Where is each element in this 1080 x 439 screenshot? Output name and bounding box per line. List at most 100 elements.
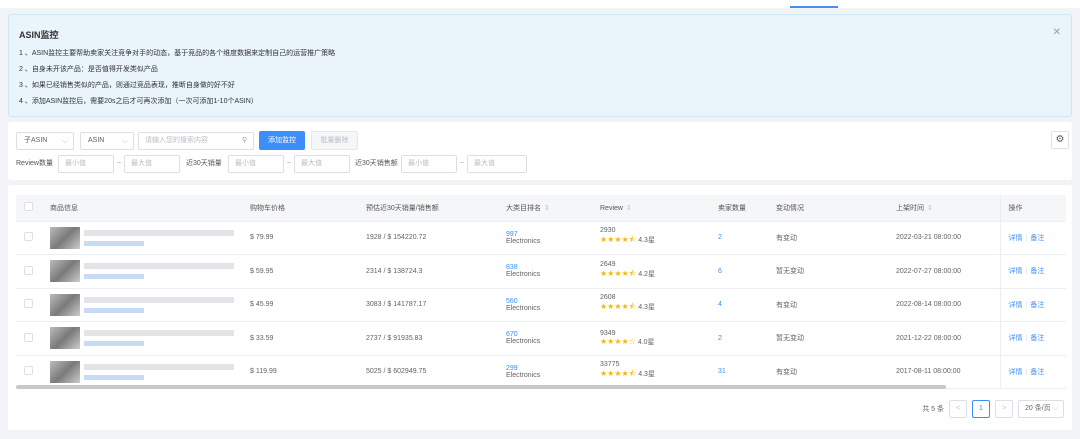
header-review[interactable]: Review ⇕ [592,195,710,222]
gear-icon[interactable]: ⚙ [1051,131,1069,149]
sales-cell: 5025 / $ 602949.75 [358,355,498,389]
asin-monitor-notice: ASIN监控 1 、ASIN监控主要帮助卖家关注竞争对手的动态，基于竞品的各个维… [8,14,1072,117]
header-rank-label: 大类目排名 [506,204,541,212]
sales30-max-input[interactable]: 最大值 [294,155,350,173]
sales30-min-input[interactable]: 最小值 [228,155,284,173]
product-image[interactable] [50,293,80,316]
rank-cell: 560 Electronics [498,288,592,322]
rank-cell: 997 Electronics [498,221,592,255]
prev-page-button[interactable]: < [949,400,967,418]
header-review-label: Review [600,204,623,212]
field-select[interactable]: ASIN ⌵ [80,132,134,150]
review-min-input[interactable]: 最小值 [58,155,114,173]
range-separator: ~ [287,160,292,167]
actions-cell: 详情 | 备注 [999,254,1066,289]
header-date[interactable]: 上架时间 ⇕ [888,195,1000,222]
row-checkbox[interactable] [24,332,33,342]
review-count: 9349 [600,329,616,337]
review-count: 2608 [600,294,616,302]
detail-link[interactable]: 详情 [1009,335,1023,342]
review-cell: 2608 ★★★★⯪ 4.3星 [592,288,710,322]
table-row[interactable]: $ 33.59 2737 / $ 91935.83 670 Electronics 93… [16,321,1066,356]
horizontal-scrollbar[interactable] [16,385,946,389]
product-image[interactable] [50,260,80,283]
product-cell[interactable] [42,321,242,356]
page-size-value: 20 条/页 [1025,405,1051,412]
rank-link[interactable]: 299 [506,365,592,372]
search-icon[interactable]: ⚲ [242,133,247,149]
product-image[interactable] [50,226,80,249]
row-checkbox[interactable] [24,265,33,275]
table-row[interactable]: $ 119.99 5025 / $ 602949.75 299 Electronics… [16,355,1066,389]
rank-link[interactable]: 838 [506,264,592,271]
actions-cell: 详情 | 备注 [999,221,1066,255]
min-placeholder: 最小值 [408,160,429,167]
action-separator: | [1025,234,1028,242]
sellers-link[interactable]: 31 [710,355,768,389]
row-checkbox[interactable] [24,232,33,242]
listing-date: 2022-08-14 08:00:00 [888,288,1000,322]
sort-icon[interactable]: ⇕ [927,205,933,212]
review-cell: 2930 ★★★★⯪ 4.3星 [592,221,710,255]
next-page-button[interactable]: > [995,400,1013,418]
add-monitor-button[interactable]: 添加监控 [259,131,305,150]
type-select-value: 子ASIN [24,137,48,144]
product-image[interactable] [50,360,80,383]
product-cell[interactable] [42,254,242,289]
header-rank[interactable]: 大类目排名 ⇕ [498,195,592,222]
table-row[interactable]: $ 79.99 1928 / $ 154220.72 997 Electronics 2… [16,221,1066,255]
close-icon[interactable]: ✕ [1053,27,1061,38]
chevron-down-icon: ⌵ [1052,405,1058,412]
note-link[interactable]: 备注 [1030,335,1044,342]
rating-value: 4.0星 [637,338,655,346]
rank-link[interactable]: 560 [506,298,592,305]
rating-stars: ★★★★⯪ [600,302,637,312]
note-link[interactable]: 备注 [1030,369,1044,376]
note-link[interactable]: 备注 [1030,302,1044,309]
rank-link[interactable]: 670 [506,331,592,338]
note-link[interactable]: 备注 [1030,235,1044,242]
notice-item: 2 、自身未开该产品：是否值得开发类似产品 [19,66,158,73]
review-count: 33775 [600,361,620,369]
revenue30-max-input[interactable]: 最大值 [467,155,527,173]
sellers-link[interactable]: 2 [710,321,768,356]
search-input[interactable]: 请输入您的搜索内容 ⚲ [138,132,254,150]
detail-link[interactable]: 详情 [1009,369,1023,376]
search-placeholder: 请输入您的搜索内容 [145,137,208,144]
product-image[interactable] [50,327,80,350]
detail-link[interactable]: 详情 [1009,235,1023,242]
listing-date: 2022-03-21 08:00:00 [888,221,1000,255]
product-cell[interactable] [42,355,242,389]
sort-icon[interactable]: ⇕ [626,205,632,212]
sellers-link[interactable]: 2 [710,221,768,255]
sort-icon[interactable]: ⇕ [544,205,550,212]
max-placeholder: 最大值 [301,160,322,167]
detail-link[interactable]: 详情 [1009,268,1023,275]
table-row[interactable]: $ 59.95 2314 / $ 138724.3 838 Electronics 26… [16,254,1066,289]
rank-link[interactable]: 997 [506,231,592,238]
rating-value: 4.3星 [638,304,655,312]
revenue30-min-input[interactable]: 最小值 [401,155,457,173]
field-select-value: ASIN [88,137,105,144]
row-checkbox[interactable] [24,366,33,376]
sellers-link[interactable]: 4 [710,288,768,322]
header-sellers: 卖家数量 [710,195,768,222]
table-row[interactable]: $ 45.99 3083 / $ 141787.17 560 Electronics 2… [16,288,1066,322]
select-all-checkbox[interactable] [24,202,33,212]
row-checkbox[interactable] [24,299,33,309]
note-link[interactable]: 备注 [1030,268,1044,275]
batch-delete-button[interactable]: 批量删除 [311,131,358,150]
page-number-button[interactable]: 1 [972,400,990,418]
product-cell[interactable] [42,221,242,255]
category-label: Electronics [506,338,541,346]
product-cell[interactable] [42,288,242,322]
rating-value: 4.3星 [638,371,655,379]
page-size-select[interactable]: 20 条/页 ⌵ [1018,400,1064,418]
detail-link[interactable]: 详情 [1009,302,1023,309]
listing-date: 2017-08-11 08:00:00 [888,355,1000,389]
sellers-link[interactable]: 6 [710,254,768,289]
price-cell: $ 45.99 [242,288,358,322]
review-max-input[interactable]: 最大值 [124,155,180,173]
top-tab-bar [0,0,1080,8]
type-select[interactable]: 子ASIN ⌵ [16,132,74,150]
